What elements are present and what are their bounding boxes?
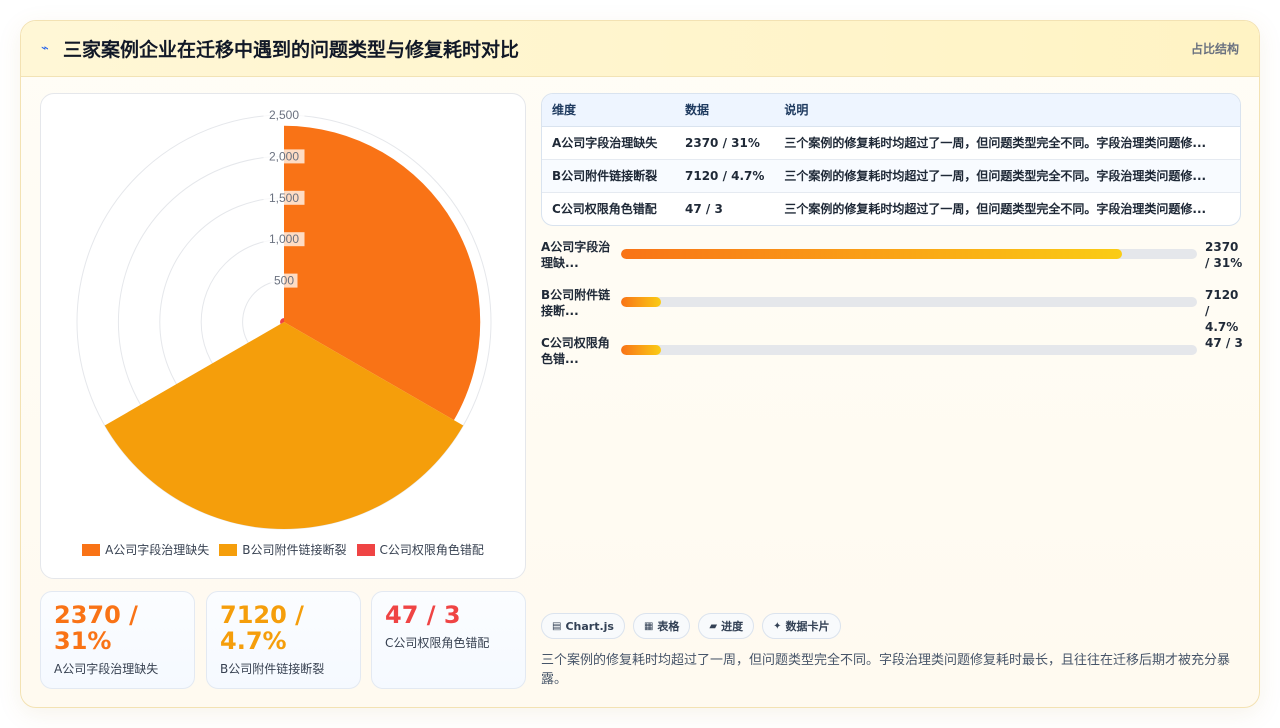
- chip-progress[interactable]: ▰ 进度: [698, 613, 755, 639]
- page-title: 三家案例企业在迁移中遇到的问题类型与修复耗时对比: [63, 39, 520, 61]
- polar-tick-label: 1,000: [269, 232, 299, 246]
- progress-value-c: 47 / 3: [1205, 336, 1243, 350]
- progress-value-a: 2370 / 31%: [1205, 240, 1243, 270]
- progress-list: A公司字段治理缺... 2370 / 31% B公司附件链接断... 7120 …: [541, 237, 1243, 381]
- table-row: B公司附件链接断裂 7120 / 4.7% 三个案例的修复耗时均超过了一周，但问…: [542, 159, 1240, 193]
- table-header-dimension: 维度: [542, 94, 675, 127]
- polar-tick-label: 1,500: [269, 191, 299, 205]
- stat-card-a: 2370 / 31% A公司字段治理缺失: [40, 591, 195, 689]
- chip-label: 数据卡片: [785, 620, 830, 633]
- table-header-data: 数据: [675, 94, 775, 127]
- chart-legend: A公司字段治理缺失 B公司附件链接断裂 C公司权限角色错配: [41, 541, 525, 558]
- table-cell: 7120 / 4.7%: [675, 159, 775, 193]
- stat-card-c: 47 / 3 C公司权限角色错配: [371, 591, 526, 689]
- table-cell: C公司权限角色错配: [552, 202, 657, 217]
- chip-table[interactable]: ▦ 表格: [632, 613, 691, 639]
- legend-swatch-a: [82, 543, 101, 556]
- progress-track-b: [621, 297, 1197, 307]
- table-cell: 三个案例的修复耗时均超过了一周，但问题类型完全不同。字段治理类问题修...: [774, 159, 1240, 193]
- legend-label-a: A公司字段治理缺失: [105, 543, 210, 557]
- progress-label-b: B公司附件链接断...: [541, 288, 611, 318]
- progress-fill-a: [621, 249, 1123, 259]
- table-cell: 2370 / 31%: [675, 126, 775, 160]
- stat-value-c: 47 / 3: [385, 601, 461, 629]
- table-row: C公司权限角色错配 47 / 3 三个案例的修复耗时均超过了一周，但问题类型完全…: [542, 192, 1240, 225]
- table-cell: A公司字段治理缺失: [542, 126, 675, 160]
- table-row: A公司字段治理缺失 2370 / 31% 三个案例的修复耗时均超过了一周，但问题…: [542, 126, 1240, 160]
- progress-row-c: C公司权限角色错... 47 / 3: [541, 333, 1243, 381]
- polar-tick-label: 500: [274, 274, 294, 288]
- progress-track-c: [621, 345, 1197, 355]
- progress-row-a: A公司字段治理缺... 2370 / 31%: [541, 237, 1242, 285]
- stat-card-b: 7120 / 4.7% B公司附件链接断裂: [206, 591, 361, 689]
- chip-label: 表格: [657, 620, 680, 633]
- table-cell: B公司附件链接断裂: [542, 159, 675, 193]
- legend-item-a[interactable]: A公司字段治理缺失: [82, 541, 209, 558]
- sparkle-icon: ✦: [773, 620, 782, 632]
- table-cell: 47 / 3: [685, 201, 723, 216]
- polar-chart: 500 1,000 1,500 2,000 2,500: [76, 108, 492, 530]
- legend-swatch-c: [356, 543, 375, 556]
- data-table-panel: 维度 数据 说明 A公司字段治理缺失 2370 / 31% 三个案例的修复耗时均…: [541, 93, 1241, 226]
- table-cell: 三个案例的修复耗时均超过了一周，但问题类型完全不同。字段治理类问题修...: [774, 126, 1240, 160]
- chip-label: Chart.js: [565, 619, 614, 633]
- progress-fill-c: [621, 345, 662, 355]
- chip-label: 进度: [721, 620, 744, 633]
- progress-track-a: [621, 249, 1197, 259]
- polar-tick-label: 2,500: [269, 108, 299, 122]
- title-wrap: ⌁ 三家案例企业在迁移中遇到的问题类型与修复耗时对比: [41, 35, 519, 62]
- polar-tick-label: 2,000: [269, 149, 299, 163]
- table-header-row: 维度 数据 说明: [542, 94, 1240, 127]
- card-header: ⌁ 三家案例企业在迁移中遇到的问题类型与修复耗时对比 占比结构: [21, 21, 1259, 77]
- stat-label-c: C公司权限角色错配: [385, 636, 490, 650]
- lightning-icon: ⌁: [41, 41, 49, 56]
- chart-icon: ▤: [552, 620, 562, 632]
- legend-item-b[interactable]: B公司附件链接断裂: [219, 541, 347, 558]
- legend-swatch-b: [219, 543, 238, 556]
- legend-label-c: C公司权限角色错配: [379, 543, 484, 557]
- table-header-description: 说明: [774, 94, 1240, 127]
- main-card: ⌁ 三家案例企业在迁移中遇到的问题类型与修复耗时对比 占比结构 500 1,000…: [20, 20, 1260, 708]
- table-cell: 三个案例的修复耗时均超过了一周，但问题类型完全不同。字段治理类问题修...: [784, 202, 1207, 217]
- stat-value-b: 7120 / 4.7%: [220, 601, 304, 655]
- tech-chips: ▤ Chart.js ▦ 表格 ▰ 进度 ✦ 数据卡片: [541, 613, 841, 639]
- chip-data-card[interactable]: ✦ 数据卡片: [762, 613, 841, 639]
- progress-value-b: 7120 / 4.7%: [1205, 288, 1239, 334]
- progress-row-b: B公司附件链接断... 7120 / 4.7%: [541, 285, 1241, 334]
- stat-value-a: 2370 / 31%: [54, 601, 138, 655]
- chip-chartjs[interactable]: ▤ Chart.js: [541, 613, 625, 639]
- legend-label-b: B公司附件链接断裂: [242, 543, 347, 557]
- header-tag[interactable]: 占比结构: [1191, 40, 1239, 57]
- progress-label-a: A公司字段治理缺...: [541, 240, 611, 270]
- data-table: 维度 数据 说明 A公司字段治理缺失 2370 / 31% 三个案例的修复耗时均…: [542, 94, 1240, 225]
- progress-label-c: C公司权限角色错...: [541, 336, 610, 366]
- footnote: 三个案例的修复耗时均超过了一周，但问题类型完全不同。字段治理类问题修复耗时最长，…: [541, 653, 1231, 687]
- polar-chart-panel: 500 1,000 1,500 2,000 2,500 A公司字段治理缺失 B公司附件链…: [40, 93, 526, 579]
- stat-label-b: B公司附件链接断裂: [220, 662, 325, 676]
- progress-icon: ▰: [709, 620, 718, 632]
- stat-label-a: A公司字段治理缺失: [54, 662, 159, 676]
- table-icon: ▦: [643, 620, 654, 632]
- legend-item-c[interactable]: C公司权限角色错配: [356, 541, 484, 558]
- progress-fill-b: [621, 297, 662, 307]
